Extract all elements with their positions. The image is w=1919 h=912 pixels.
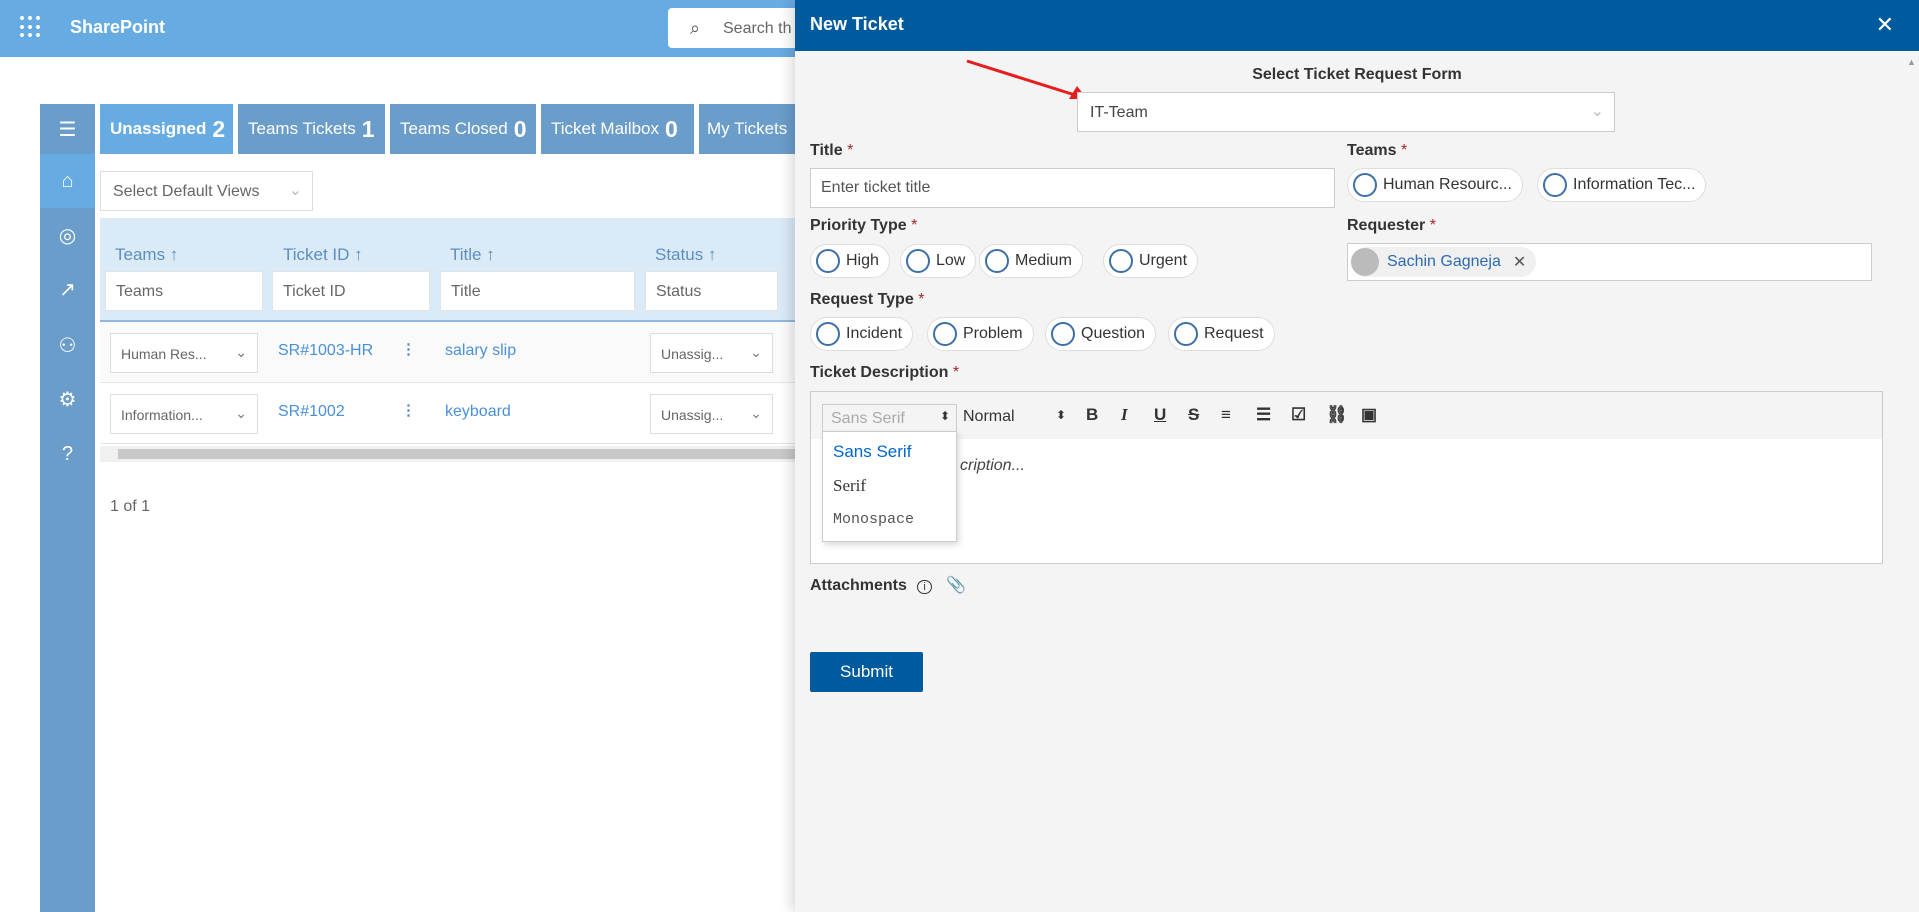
column-ticket-id[interactable]: Ticket ID ↑	[283, 245, 363, 265]
avatar	[1351, 248, 1379, 276]
status-select[interactable]: Unassig... ⌄	[650, 333, 773, 373]
chevron-down-icon: ⌄	[288, 182, 302, 199]
filter-title[interactable]: Title	[440, 271, 635, 311]
default-views-select[interactable]: Select Default Views ⌄	[100, 171, 313, 211]
priority-radio-high[interactable]: High	[810, 244, 890, 278]
close-icon[interactable]: ✕	[1876, 12, 1894, 38]
search-input[interactable]: ⌕ Search th	[668, 8, 795, 48]
requester-label: Requester *	[1347, 217, 1436, 234]
users-icon[interactable]: ⚇	[40, 320, 95, 370]
filter-status[interactable]: Status	[645, 271, 778, 311]
team-select[interactable]: Human Res... ⌄	[110, 333, 258, 373]
attachments-label: Attachments i 📎	[810, 577, 967, 594]
more-icon[interactable]: ⋮	[401, 340, 416, 358]
teams-label: Teams *	[1347, 142, 1408, 159]
font-option-monospace[interactable]: Monospace	[833, 511, 914, 528]
search-icon: ⌕	[690, 18, 701, 38]
ticket-form-select[interactable]: IT-Team ⌄	[1077, 92, 1615, 132]
requester-chip: Sachin Gagneja ✕	[1351, 247, 1537, 277]
title-input[interactable]: Enter ticket title	[810, 168, 1335, 208]
request-radio-incident[interactable]: Incident	[810, 317, 914, 351]
horizontal-scrollbar[interactable]	[100, 446, 795, 462]
description-editor[interactable]: Sans Serif ⬍ Normal ⬍ B I U S ≡ ☰ ☑ ⛓ ▣ cr…	[810, 391, 1883, 564]
chart-icon[interactable]: ↗	[40, 264, 95, 314]
panel-title: New Ticket	[810, 14, 904, 34]
tab-my-tickets[interactable]: My Tickets	[699, 104, 795, 154]
tab-unassigned[interactable]: Unassigned 2	[100, 104, 233, 154]
column-teams[interactable]: Teams ↑	[115, 245, 178, 265]
table-row: Information... ⌄ SR#1002 ⋮ keyboard Unass…	[100, 383, 795, 444]
request-radio-problem[interactable]: Problem	[927, 317, 1034, 351]
menu-icon[interactable]: ☰	[40, 104, 95, 154]
filter-teams[interactable]: Teams	[105, 271, 263, 311]
ticket-id-link[interactable]: SR#1003-HR	[278, 342, 373, 360]
home-icon[interactable]: ⌂	[40, 154, 95, 208]
priority-radio-medium[interactable]: Medium	[979, 244, 1083, 278]
panel-scrollbar[interactable]: ▲	[1905, 51, 1919, 912]
font-select[interactable]: Sans Serif ⬍	[822, 404, 957, 433]
settings-icon[interactable]: ⚙	[40, 374, 95, 424]
requester-input[interactable]: Sachin Gagneja ✕	[1347, 243, 1872, 281]
new-ticket-panel: New Ticket ✕ Select Ticket Request Form …	[795, 0, 1919, 912]
chevron-down-icon: ⌄	[235, 344, 247, 360]
font-option-sans-serif[interactable]: Sans Serif	[833, 442, 911, 462]
request-radio-request[interactable]: Request	[1168, 317, 1275, 351]
info-icon[interactable]: i	[917, 580, 932, 594]
form-select-label: Select Ticket Request Form	[1252, 66, 1462, 83]
submit-button[interactable]: Submit	[810, 652, 923, 692]
team-radio-it[interactable]: Information Tec...	[1537, 168, 1707, 202]
priority-radio-urgent[interactable]: Urgent	[1103, 244, 1199, 278]
ticket-id-link[interactable]: SR#1002	[278, 403, 345, 421]
underline-icon[interactable]: U	[1154, 405, 1166, 425]
description-label: Ticket Description *	[810, 364, 960, 381]
more-icon[interactable]: ⋮	[401, 401, 416, 419]
bold-icon[interactable]: B	[1086, 405, 1098, 425]
column-status[interactable]: Status ↑	[655, 245, 716, 265]
font-dropdown-menu: Sans Serif Serif Monospace	[822, 431, 957, 542]
size-select[interactable]: Normal ⬍	[963, 408, 1066, 426]
team-select[interactable]: Information... ⌄	[110, 394, 258, 434]
app-launcher-icon[interactable]	[20, 16, 42, 38]
chevron-down-icon: ⌄	[750, 344, 762, 360]
search-placeholder: Search th	[723, 20, 792, 37]
description-placeholder: cription...	[960, 457, 1025, 474]
tab-teams-closed[interactable]: Teams Closed 0	[390, 104, 536, 154]
tab-teams-tickets[interactable]: Teams Tickets 1	[238, 104, 385, 154]
ordered-list-icon[interactable]: ≡	[1221, 405, 1231, 425]
table-header: Teams ↑ Ticket ID ↑ Title ↑ Status ↑ Tea…	[100, 218, 795, 322]
dashboard-icon[interactable]: ◎	[40, 210, 95, 260]
chevron-down-icon: ⌄	[750, 405, 762, 421]
strikethrough-icon[interactable]: S	[1188, 405, 1199, 425]
help-icon[interactable]: ?	[40, 429, 95, 479]
italic-icon[interactable]: I	[1121, 405, 1128, 425]
request-type-label: Request Type *	[810, 291, 925, 308]
ticket-title-link[interactable]: salary slip	[445, 342, 516, 360]
request-radio-question[interactable]: Question	[1045, 317, 1157, 351]
priority-label: Priority Type *	[810, 217, 918, 234]
table-row: Human Res... ⌄ SR#1003-HR ⋮ salary slip U…	[100, 322, 795, 383]
left-nav: ☰ ⌂ ◎ ↗ ⚇ ⚙ ?	[40, 104, 95, 912]
chevron-down-icon: ⌄	[235, 405, 247, 421]
editor-toolbar: Sans Serif ⬍ Normal ⬍ B I U S ≡ ☰ ☑ ⛓ ▣	[811, 392, 1882, 439]
font-option-serif[interactable]: Serif	[833, 476, 866, 496]
status-select[interactable]: Unassig... ⌄	[650, 394, 773, 434]
title-label: Title *	[810, 142, 854, 159]
pager: 1 of 1	[110, 498, 151, 515]
link-icon[interactable]: ⛓	[1326, 405, 1348, 425]
ticket-title-link[interactable]: keyboard	[445, 403, 511, 421]
checklist-icon[interactable]: ☑	[1291, 405, 1306, 425]
filter-ticket-id[interactable]: Ticket ID	[272, 271, 430, 311]
bullet-list-icon[interactable]: ☰	[1256, 405, 1271, 425]
column-title[interactable]: Title ↑	[450, 245, 495, 265]
team-radio-hr[interactable]: Human Resourc...	[1347, 168, 1523, 202]
priority-radio-low[interactable]: Low	[900, 244, 977, 278]
image-icon[interactable]: ▣	[1361, 405, 1377, 425]
chevron-down-icon: ⌄	[1590, 103, 1604, 120]
remove-icon[interactable]: ✕	[1513, 252, 1526, 272]
tab-ticket-mailbox[interactable]: Ticket Mailbox 0	[541, 104, 694, 154]
app-name[interactable]: SharePoint	[70, 17, 165, 38]
panel-header: New Ticket ✕	[795, 0, 1919, 51]
paperclip-icon[interactable]: 📎	[946, 577, 966, 594]
